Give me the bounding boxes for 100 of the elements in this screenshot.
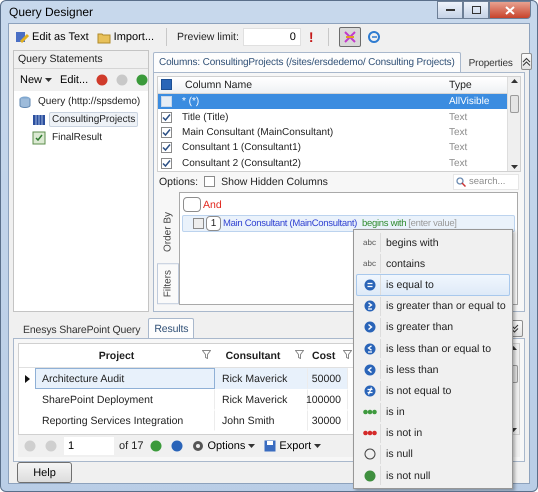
table-cell: John Smith [215, 410, 308, 431]
side-tab[interactable]: Filters [157, 263, 179, 304]
checkbox[interactable] [161, 142, 172, 154]
filter-icon [343, 350, 352, 358]
caret-icon [45, 78, 52, 82]
column-row[interactable]: Title (Title) Text [158, 109, 507, 125]
next-page-button[interactable] [148, 440, 164, 452]
greater-than-icon [364, 321, 376, 334]
tree-item[interactable]: Query (http://spsdemo) [35, 94, 144, 109]
table-cell: 100000 [308, 389, 348, 410]
dots-icon [362, 408, 376, 416]
column-header[interactable]: Consultant [215, 350, 308, 362]
scrollbar-thumb[interactable] [510, 95, 518, 113]
page-field[interactable]: 1 [64, 437, 114, 455]
column-row[interactable]: Consultant 2 (Consultant2) Text [158, 156, 507, 172]
maximize-button[interactable] [463, 1, 489, 19]
column-type: Text [449, 142, 468, 154]
menu-item[interactable]: is less than or equal to [356, 338, 510, 360]
checkbox[interactable] [193, 218, 204, 229]
table-cell: Rick Maverick [215, 368, 308, 389]
filled-circle-icon [364, 470, 376, 482]
export-button[interactable]: Export [262, 438, 324, 454]
caret-icon [510, 79, 518, 83]
database-icon [18, 94, 32, 108]
last-page-button[interactable] [169, 440, 186, 452]
options-button[interactable]: Options [190, 438, 258, 454]
new-button[interactable]: New [18, 72, 54, 88]
search-field[interactable]: search... [453, 174, 519, 190]
less-than-icon [364, 364, 376, 376]
menu-item[interactable]: is greater than or equal to [356, 296, 510, 317]
menu-item[interactable]: is not equal to [356, 380, 510, 402]
column-type: Text [449, 112, 468, 123]
collapse-button[interactable] [520, 52, 532, 70]
condition-field[interactable]: Main Consultant (MainConsultant) [223, 218, 358, 229]
column-type: AllVisible [449, 96, 490, 108]
condition-row[interactable]: 1 Main Consultant (MainConsultant) begins with [enter value] [182, 215, 515, 232]
import-button[interactable]: Import... [94, 28, 156, 46]
menu-item[interactable]: is not in [356, 422, 510, 444]
tab[interactable]: Properties [462, 54, 519, 72]
group-operator[interactable]: And [203, 198, 222, 210]
help-button[interactable]: Help [17, 462, 72, 483]
menu-item[interactable]: abc begins with [356, 232, 510, 254]
menu-item[interactable]: is greater than [356, 316, 510, 338]
checkbox[interactable] [161, 126, 172, 138]
tab[interactable]: Enesys SharePoint Query [17, 320, 146, 338]
window-title: Query Designer [9, 5, 94, 19]
column-header: Column Name [184, 78, 254, 91]
column-name: * (*) [181, 96, 200, 108]
equals-icon [364, 278, 376, 291]
checkbox[interactable] [204, 176, 216, 187]
dots-icon [362, 429, 376, 438]
table-cell: Reporting Services Integration [35, 410, 215, 431]
menu-item[interactable]: is equal to [356, 274, 510, 296]
column-header[interactable]: Cost [308, 350, 348, 362]
menu-item[interactable]: is null [356, 444, 510, 466]
warning-mark: ! [308, 29, 315, 45]
down-button[interactable] [134, 74, 150, 86]
less-equal-icon [364, 342, 376, 355]
edit-as-text-button[interactable]: Edit as Text [13, 28, 91, 46]
group-toggle[interactable] [183, 197, 201, 212]
preview-limit-field[interactable]: 0 [242, 28, 301, 46]
cross-icon [342, 30, 357, 44]
column-name: Main Consultant (MainConsultant) [181, 126, 334, 138]
column-row[interactable]: Main Consultant (MainConsultant) Text [158, 124, 507, 140]
menu-item[interactable]: abc contains [356, 253, 510, 274]
column-header: Type [449, 78, 473, 91]
delete-button[interactable] [94, 74, 110, 86]
tree-item[interactable]: FinalResult [49, 130, 106, 145]
result-icon [32, 130, 46, 144]
table-cell: Rick Maverick [215, 389, 308, 410]
condition-index: 1 [206, 216, 221, 231]
maximize-icon [472, 6, 480, 14]
close-button[interactable] [489, 1, 531, 19]
table-cell: SharePoint Deployment [35, 389, 215, 410]
save-icon [264, 440, 276, 452]
double-chevron-up-icon [522, 56, 531, 66]
circle-icon [364, 448, 376, 460]
close-icon [505, 6, 515, 14]
panel-title: Query Statements [14, 51, 148, 69]
tree-item[interactable]: ConsultingProjects [49, 112, 138, 127]
filter-toggle-button[interactable] [338, 27, 361, 47]
filter-icon [295, 350, 304, 358]
edit-button[interactable]: Edit... [58, 72, 90, 88]
condition-operator[interactable]: begins with [362, 218, 406, 229]
checkbox[interactable] [161, 112, 172, 123]
menu-item[interactable]: is not null [356, 465, 510, 486]
greater-equal-icon [364, 300, 376, 312]
caret-icon [314, 444, 322, 448]
tab[interactable]: Results [148, 318, 194, 338]
scrollbar[interactable] [507, 77, 520, 171]
side-tab[interactable]: Order By [157, 205, 179, 260]
column-row[interactable]: Consultant 1 (Consultant1) Text [158, 140, 507, 156]
minimize-button[interactable] [437, 1, 463, 19]
menu-item[interactable]: is less than [356, 359, 510, 380]
table-icon [32, 112, 46, 126]
tab[interactable]: Columns: ConsultingProjects (/sites/ersdedemo/ Consulting Projects) [153, 52, 461, 72]
filter-icon [202, 350, 211, 358]
column-header[interactable]: Project [35, 350, 215, 362]
menu-item[interactable]: is in [356, 402, 510, 423]
checkbox[interactable] [161, 158, 172, 169]
